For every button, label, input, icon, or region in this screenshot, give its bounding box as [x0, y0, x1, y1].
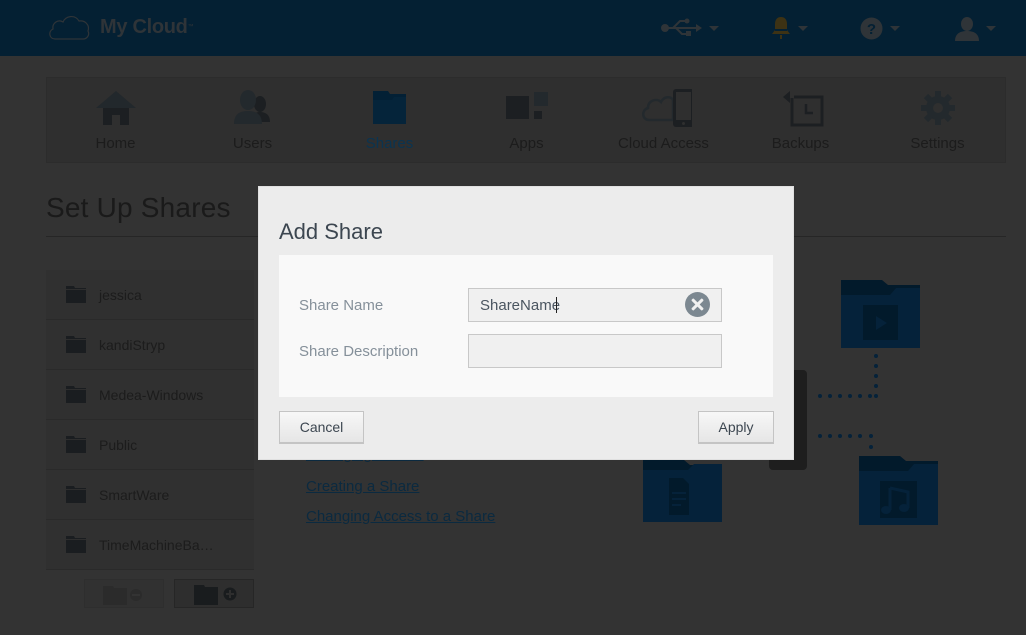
nav-item-backups[interactable]: Backups [732, 78, 869, 164]
music-folder-icon [859, 456, 938, 525]
nav-item-shares[interactable]: Shares [321, 78, 458, 164]
folder-icon [66, 336, 86, 353]
document-folder-icon [643, 460, 722, 522]
chevron-down-icon [709, 25, 719, 31]
share-name-label: Share Name [299, 297, 384, 314]
nav-label: Home [95, 135, 136, 152]
nav-label: Apps [509, 135, 544, 152]
share-description-label: Share Description [299, 343, 419, 360]
nav-label: Settings [910, 135, 965, 152]
cloud-phone-icon [641, 89, 692, 127]
cloud-logo-icon [49, 16, 90, 40]
logo[interactable]: My Cloud ™ [47, 13, 194, 41]
chevron-down-icon [986, 25, 996, 31]
folder-icon [66, 386, 86, 403]
share-name: kandiStryp [99, 337, 166, 353]
nav-item-apps[interactable]: Apps [458, 78, 595, 164]
backup-icon [782, 91, 823, 127]
folder-icon [372, 91, 406, 124]
nav-label: Shares [365, 135, 414, 152]
share-name: Public [99, 437, 138, 453]
nav-item-settings[interactable]: Settings [869, 78, 1006, 164]
user-menu[interactable] [955, 13, 996, 43]
folder-remove-icon [103, 586, 142, 605]
nav-item-users[interactable]: Users [184, 78, 321, 164]
folder-icon [66, 286, 86, 303]
dialog-form: Share Name Share Description [279, 255, 773, 397]
connector-dots [818, 354, 878, 449]
trademark: ™ [187, 24, 194, 30]
help-link-changing-access[interactable]: Changing Access to a Share [306, 508, 495, 525]
notifications-menu[interactable] [771, 13, 808, 43]
gear-icon [920, 91, 955, 125]
folder-icon [66, 436, 86, 453]
nav-item-home[interactable]: Home [47, 78, 184, 164]
svg-text:?: ? [867, 21, 876, 38]
folder-add-icon [194, 585, 237, 605]
chevron-down-icon [890, 25, 900, 31]
add-share-dialog: Add Share Share Name Share Description C… [258, 186, 794, 460]
dialog-title: Add Share [279, 219, 383, 244]
share-list-item[interactable]: Medea-Windows [46, 370, 254, 420]
usb-icon [661, 18, 702, 36]
nav-label: Backups [771, 135, 830, 152]
apply-button[interactable]: Apply [698, 411, 774, 444]
share-list-item[interactable]: SmartWare [46, 470, 254, 520]
share-list-item[interactable]: Public [46, 420, 254, 470]
text-cursor [556, 297, 557, 313]
share-list-item[interactable]: TimeMachineBa… [46, 520, 254, 570]
nav-item-cloud-access[interactable]: Cloud Access [595, 78, 732, 164]
cancel-button[interactable]: Cancel [279, 411, 364, 444]
nav-label: Cloud Access [618, 135, 709, 152]
help-icon: ? [860, 17, 883, 39]
home-icon [95, 91, 136, 125]
share-description-input[interactable] [468, 334, 722, 368]
folder-icon [66, 536, 86, 553]
nav-label: Users [232, 135, 273, 152]
share-list-item[interactable]: kandiStryp [46, 320, 254, 370]
chevron-down-icon [798, 25, 808, 31]
app-name: My Cloud [100, 15, 188, 38]
help-link-creating-share[interactable]: Creating a Share [306, 478, 419, 495]
bell-icon [772, 17, 790, 39]
share-name: Medea-Windows [99, 387, 204, 403]
clear-input-button[interactable] [685, 292, 710, 317]
user-icon [955, 16, 979, 41]
apps-icon [505, 92, 548, 119]
share-list-item[interactable]: jessica [46, 270, 254, 320]
share-name: jessica [99, 287, 142, 303]
video-folder-icon [841, 280, 920, 348]
top-bar: My Cloud ™ ? [0, 0, 1026, 56]
share-name-input[interactable] [468, 288, 722, 322]
folder-icon [66, 486, 86, 503]
help-menu[interactable]: ? [860, 13, 900, 43]
main-nav: Home Users Shares Apps Cloud Access Back… [46, 77, 1006, 163]
share-name: TimeMachineBa… [99, 537, 214, 553]
users-icon [233, 90, 270, 124]
usb-menu[interactable] [660, 13, 719, 43]
remove-share-button[interactable] [84, 579, 164, 608]
add-share-button[interactable] [174, 579, 254, 608]
page-title: Set Up Shares [46, 192, 231, 223]
share-name: SmartWare [99, 487, 170, 503]
share-list: jessica kandiStryp Medea-Windows Public … [46, 270, 254, 570]
